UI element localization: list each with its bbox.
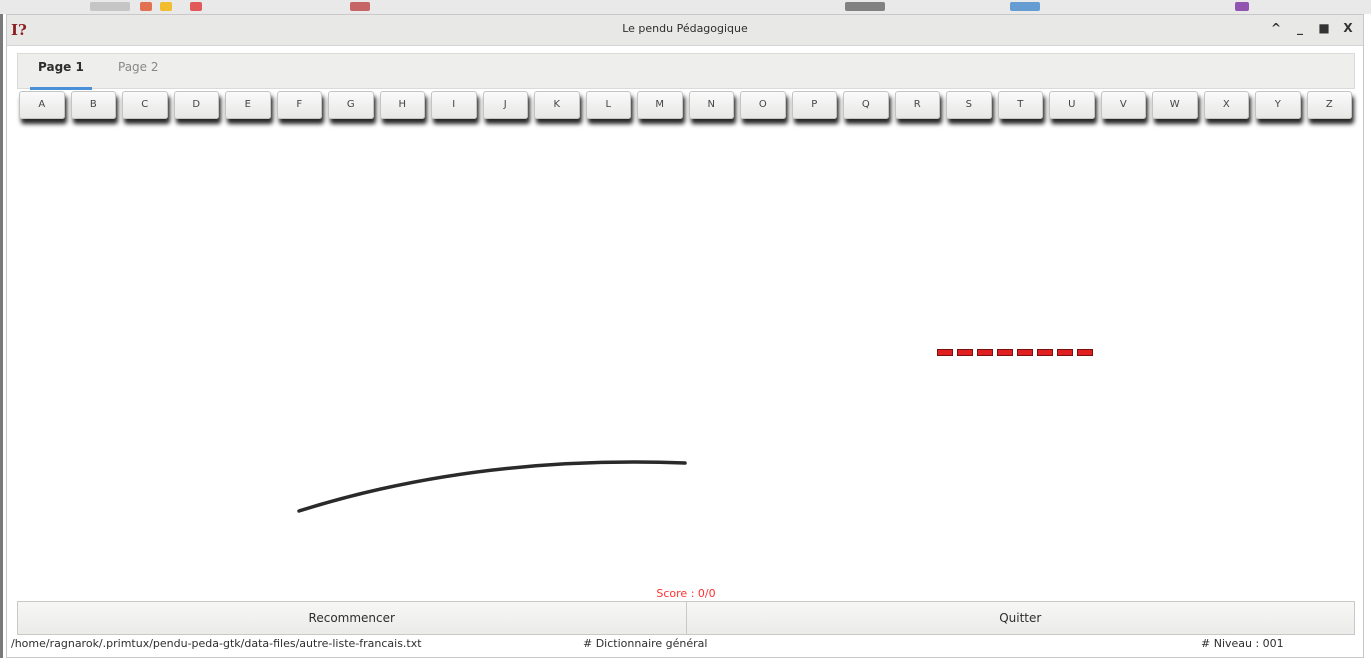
hangman-drawing: [297, 460, 687, 513]
window-controls: ^ _ ■ X: [1269, 21, 1355, 37]
letter-button-j[interactable]: J: [482, 91, 528, 119]
left-border: [0, 14, 3, 658]
minimize-icon[interactable]: _: [1293, 21, 1307, 37]
score-label: Score : 0/0: [656, 587, 716, 600]
hidden-letter-slot: [957, 349, 973, 356]
letter-button-u[interactable]: U: [1049, 91, 1095, 119]
letter-button-r[interactable]: R: [894, 91, 940, 119]
letter-button-m[interactable]: M: [637, 91, 683, 119]
hidden-letter-slot: [937, 349, 953, 356]
hidden-letter-slot: [977, 349, 993, 356]
status-level: # Niveau : 001: [1201, 637, 1284, 650]
hidden-letter-slot: [1017, 349, 1033, 356]
close-icon[interactable]: X: [1341, 21, 1355, 37]
letter-button-o[interactable]: O: [740, 91, 786, 119]
letter-button-t[interactable]: T: [997, 91, 1043, 119]
tab-page-1[interactable]: Page 1: [30, 54, 92, 90]
hidden-letter-slot: [1037, 349, 1053, 356]
status-bar: /home/ragnarok/.primtux/pendu-peda-gtk/d…: [7, 635, 1365, 653]
letter-button-q[interactable]: Q: [843, 91, 889, 119]
letter-button-h[interactable]: H: [379, 91, 425, 119]
window-title: Le pendu Pédagogique: [622, 22, 748, 35]
letter-button-n[interactable]: N: [688, 91, 734, 119]
letter-button-d[interactable]: D: [173, 91, 219, 119]
action-buttons: Recommencer Quitter: [17, 601, 1355, 635]
letter-button-y[interactable]: Y: [1255, 91, 1301, 119]
hidden-letter-slot: [1057, 349, 1073, 356]
letter-button-v[interactable]: V: [1100, 91, 1146, 119]
letter-button-w[interactable]: W: [1152, 91, 1198, 119]
letter-button-x[interactable]: X: [1203, 91, 1249, 119]
letter-keyboard: ABCDEFGHIJKLMNOPQRSTUVWXYZ: [19, 91, 1357, 131]
letter-button-g[interactable]: G: [328, 91, 374, 119]
letter-button-i[interactable]: I: [431, 91, 477, 119]
letter-button-p[interactable]: P: [791, 91, 837, 119]
desktop-taskbar-strip: [0, 0, 1371, 14]
app-window: I? Le pendu Pédagogique ^ _ ■ X Page 1 P…: [6, 14, 1364, 658]
tab-page-2[interactable]: Page 2: [110, 54, 167, 87]
hidden-word: [937, 349, 1093, 356]
letter-button-a[interactable]: A: [19, 91, 65, 119]
status-file-path: /home/ragnarok/.primtux/pendu-peda-gtk/d…: [11, 637, 422, 650]
maximize-icon[interactable]: ■: [1317, 21, 1331, 37]
title-bar: I? Le pendu Pédagogique ^ _ ■ X: [7, 15, 1363, 46]
letter-button-s[interactable]: S: [946, 91, 992, 119]
hidden-letter-slot: [1077, 349, 1093, 356]
letter-button-z[interactable]: Z: [1306, 91, 1352, 119]
hidden-letter-slot: [997, 349, 1013, 356]
quit-button[interactable]: Quitter: [686, 601, 1355, 635]
letter-button-k[interactable]: K: [534, 91, 580, 119]
letter-button-l[interactable]: L: [585, 91, 631, 119]
letter-button-e[interactable]: E: [225, 91, 271, 119]
letter-button-c[interactable]: C: [122, 91, 168, 119]
tab-bar: Page 1 Page 2: [17, 53, 1355, 90]
restart-button[interactable]: Recommencer: [17, 601, 687, 635]
letter-button-b[interactable]: B: [70, 91, 116, 119]
gallows-ground-stroke: [297, 460, 687, 513]
shade-icon[interactable]: ^: [1269, 21, 1283, 37]
status-dictionary: # Dictionnaire général: [583, 637, 708, 650]
letter-button-f[interactable]: F: [276, 91, 322, 119]
